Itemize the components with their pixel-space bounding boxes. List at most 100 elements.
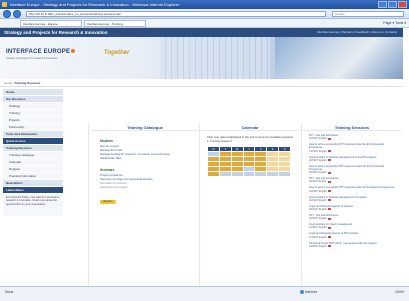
status-text: Done — [5, 290, 14, 294]
session-item[interactable]: FP7 - tips and techniques 12/03/07 Englis… — [309, 134, 397, 140]
security-zone: Internet — [300, 290, 317, 295]
session-date: 20/03/07 English — [309, 159, 397, 162]
calendar-title: Calendar — [201, 125, 299, 131]
back-icon[interactable] — [3, 10, 11, 18]
sidebar-item[interactable]: Partnership — [3, 124, 63, 131]
session-item[interactable]: Good practice in project management 10/05… — [309, 223, 397, 229]
catalogue-section-heading: Seminars — [100, 168, 115, 172]
sessions-title: Training Sessions — [303, 125, 401, 131]
search-input[interactable]: Google — [332, 11, 404, 17]
session-item[interactable]: How to write a successful FP7 proposal u… — [309, 186, 397, 192]
banner-photo — [275, 37, 403, 79]
session-item[interactable]: FP7 - tips and techniques 03/05/07 Englis… — [309, 214, 397, 220]
breadcrumb-home[interactable]: Home — [4, 81, 12, 85]
session-date: 03/05/07 English — [309, 217, 397, 220]
flag-icon — [327, 199, 331, 202]
zoom-level[interactable]: 100% — [395, 290, 404, 294]
sidebar-item[interactable]: Projects — [3, 117, 63, 124]
toolbar-commands[interactable]: Page ▾ Tools ▾ — [383, 20, 406, 27]
session-date: 16/04/07 English — [309, 199, 397, 202]
sidebar-item[interactable]: Training — [3, 110, 63, 117]
maximize-button[interactable] — [388, 1, 397, 8]
calendar-day[interactable] — [254, 171, 268, 178]
site-logo[interactable]: INTERFACE EUROPE — [6, 49, 76, 55]
calendar-intro: Click over dates highlighted in the grid… — [207, 135, 294, 143]
column-divider — [301, 123, 302, 286]
flag-icon — [327, 208, 331, 211]
session-date: 02/04/07 English — [309, 180, 397, 183]
flag-icon — [327, 159, 331, 162]
flag-icon — [327, 171, 331, 174]
session-item[interactable]: Legal and financial aspects of FP6 proje… — [309, 232, 397, 238]
tab-2[interactable]: Interface Europe - Training... — [84, 20, 146, 27]
session-date: 14/03/07 English — [309, 150, 397, 153]
tab-1[interactable]: Interface Europe - Europe... — [20, 20, 82, 27]
browser-window: Interface Europe - Strategy and Projects… — [0, 0, 409, 301]
logo-dot-icon — [71, 49, 76, 53]
sidebar-item[interactable]: Quick Access — [3, 138, 63, 145]
calendar-day[interactable] — [207, 171, 220, 178]
forward-icon[interactable] — [13, 10, 21, 18]
banner: INTERFACE EUROPE strategy and projects f… — [0, 37, 403, 79]
window-controls — [378, 1, 407, 8]
register-button[interactable]: Register — [100, 200, 116, 204]
sidebar-item[interactable]: Training Catalogue — [3, 152, 63, 159]
title-bar: Interface Europe - Strategy and Projects… — [0, 0, 409, 9]
session-date: 10/04/07 English — [309, 190, 397, 193]
site-header-title: Strategy and Projects for Research & Inn… — [4, 30, 108, 35]
calendar-day[interactable] — [230, 171, 244, 178]
flag-icon — [327, 236, 331, 238]
session-date: 23/04/07 English — [309, 208, 397, 211]
sidebar-item[interactable]: Register — [3, 166, 63, 173]
catalogue-link[interactable]: International seminars — [100, 185, 198, 189]
column-divider — [199, 123, 200, 286]
session-item[interactable]: How to write a successful FP7 proposal u… — [309, 165, 397, 174]
sidebar-news[interactable]: EU Cohesion Policy: new calls for propos… — [3, 194, 63, 216]
sidebar-item[interactable]: Latest News — [3, 187, 63, 194]
sidebar-item[interactable]: Our Business — [3, 96, 63, 103]
training-catalogue: Training Catalogue Modules Run the projec… — [92, 125, 198, 207]
session-item[interactable]: How to write a successful FP7 proposal u… — [309, 143, 397, 152]
site-header: Strategy and Projects for Research & Inn… — [0, 28, 403, 37]
url-input[interactable]: http://10.10.0.18/ie_web/interface_eu_ac… — [26, 11, 326, 17]
sidebar-item[interactable]: Training Sessions — [3, 145, 63, 152]
flag-icon — [327, 180, 331, 183]
breadcrumb-current: Training Sessions — [14, 81, 41, 85]
training-sessions: Training Sessions FP7 - tips and techniq… — [303, 125, 401, 248]
sidebar-item[interactable]: Home — [3, 89, 63, 96]
session-date: 26/03/07 English — [309, 171, 397, 174]
session-item[interactable]: Structural Funds 2007-2013 - new opportu… — [309, 242, 397, 248]
address-bar: http://10.10.0.18/ie_web/interface_eu_ac… — [0, 9, 409, 19]
session-item[interactable]: FP7 - tips and techniques 02/04/07 Englis… — [309, 177, 397, 183]
session-date: 10/05/07 English — [309, 226, 397, 229]
calendar-day[interactable] — [278, 171, 291, 178]
minimize-button[interactable] — [378, 1, 387, 8]
sidebar-item[interactable]: Tools and Information — [3, 131, 63, 138]
breadcrumb: Home › Training Sessions — [4, 81, 41, 85]
close-button[interactable] — [398, 1, 407, 8]
catalogue-section-heading: Modules — [100, 139, 113, 143]
catalogue-link[interactable]: Stakeholder talks — [100, 156, 198, 160]
banner-tagline: Together — [104, 50, 130, 56]
session-date: 12/03/07 English — [309, 137, 397, 140]
tab-bar: Interface Europe - Europe... Interface E… — [0, 19, 409, 28]
sidebar-item[interactable]: Calendar — [3, 159, 63, 166]
calendar-day[interactable] — [218, 171, 232, 178]
sidebar-item[interactable]: Newsletters — [3, 180, 63, 187]
calendar-day[interactable] — [242, 171, 256, 178]
session-item[interactable]: Good practice in financial management of… — [309, 156, 397, 162]
globe-icon — [300, 290, 304, 295]
web-page: Strategy and Projects for Research & Inn… — [0, 28, 409, 286]
calendar-panel: Calendar Click over dates highlighted in… — [201, 125, 299, 178]
session-item[interactable]: Good practice in financial management of… — [309, 196, 397, 202]
flag-icon — [327, 149, 331, 152]
sidebar-item[interactable]: Practical Information — [3, 173, 63, 180]
column-divider — [88, 123, 89, 286]
session-item[interactable]: Legal and financial aspects of projects 2… — [309, 205, 397, 211]
calendar-intro-link[interactable]: 1. Training sessions — [207, 139, 232, 143]
calendar-day[interactable] — [266, 171, 280, 178]
header-links[interactable]: Interface Europe | Partners | Feedback |… — [317, 28, 397, 37]
banner-building-image — [160, 37, 270, 79]
flag-icon — [327, 137, 331, 140]
sidebar-item[interactable]: Strategy — [3, 103, 63, 110]
